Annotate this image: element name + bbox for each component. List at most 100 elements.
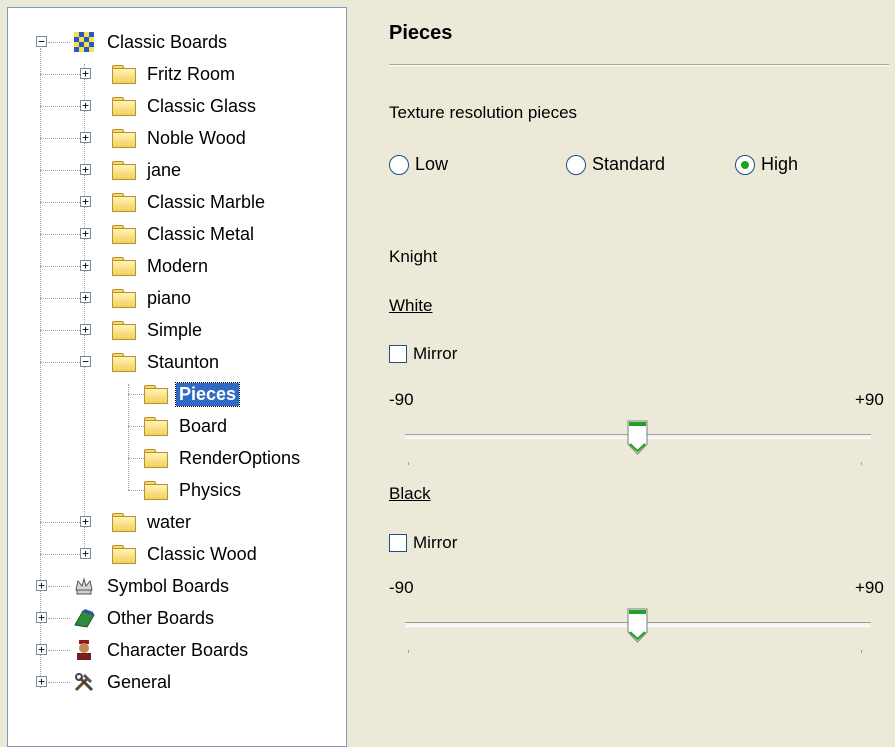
board-icon	[72, 606, 96, 630]
expand-icon[interactable]: +	[80, 132, 91, 143]
tree-item-classic-marble[interactable]: + Classic Marble	[80, 186, 268, 218]
tree-line	[40, 266, 80, 267]
tree-item-jane[interactable]: + jane	[80, 154, 184, 186]
folder-icon	[112, 257, 136, 276]
collapse-icon[interactable]: −	[36, 36, 47, 47]
radio-high-label: High	[761, 154, 799, 174]
radio-button-standard[interactable]	[566, 154, 586, 175]
black-mirror-checkbox[interactable]: Mirror	[389, 533, 457, 553]
folder-icon	[112, 353, 136, 372]
black-rotation-slider-thumb[interactable]	[626, 608, 650, 649]
expand-icon[interactable]: +	[36, 580, 47, 591]
expand-icon[interactable]: +	[80, 228, 91, 239]
folder-icon	[112, 545, 136, 564]
expand-icon[interactable]: +	[80, 164, 91, 175]
board-tree[interactable]: − Classic Boards + Fritz Room + Classic Gla…	[7, 7, 347, 747]
tree-item-classic-metal[interactable]: + Classic Metal	[80, 218, 257, 250]
tree-item-label: jane	[147, 159, 182, 180]
tree-line	[48, 682, 70, 683]
tree-item-label: Noble Wood	[147, 127, 246, 148]
tree-item-label: Classic Boards	[107, 31, 228, 52]
tree-line	[48, 618, 70, 619]
expand-icon[interactable]: +	[80, 516, 91, 527]
tree-item-noble-wood[interactable]: + Noble Wood	[80, 122, 249, 154]
tree-line	[128, 458, 144, 459]
folder-icon	[112, 161, 136, 180]
tree-item-modern[interactable]: + Modern	[80, 250, 211, 282]
tree-item-pieces[interactable]: Pieces	[144, 378, 241, 410]
tree-item-label: Character Boards	[107, 639, 249, 660]
tree-item-water[interactable]: + water	[80, 506, 194, 538]
white-mirror-label: Mirror	[413, 344, 458, 363]
tree-item-board[interactable]: Board	[144, 410, 230, 442]
tree-item-label: Other Boards	[107, 607, 215, 628]
tree-item-label: Classic Glass	[147, 95, 257, 116]
tree-line	[48, 650, 70, 651]
radio-high[interactable]: High	[735, 154, 798, 175]
tree-line	[40, 74, 80, 75]
slider-tick	[861, 462, 862, 465]
folder-icon	[112, 321, 136, 340]
black-mirror-box[interactable]	[389, 534, 407, 552]
tree-line	[128, 384, 129, 490]
character-icon	[72, 638, 96, 662]
expand-icon[interactable]: +	[36, 644, 47, 655]
tree-item-simple[interactable]: + Simple	[80, 314, 205, 346]
expand-icon[interactable]: +	[80, 292, 91, 303]
tree-line	[40, 330, 80, 331]
folder-icon	[112, 193, 136, 212]
tree-item-label: Fritz Room	[147, 63, 236, 84]
radio-standard[interactable]: Standard	[566, 154, 665, 175]
expand-icon[interactable]: +	[36, 676, 47, 687]
white-mirror-box[interactable]	[389, 345, 407, 363]
tree-item-label: Modern	[147, 255, 209, 276]
folder-icon	[144, 449, 168, 468]
tree-line	[128, 426, 144, 427]
tree-item-piano[interactable]: + piano	[80, 282, 194, 314]
piece-name-label: Knight	[389, 247, 438, 266]
tree-item-staunton[interactable]: − Staunton	[80, 346, 222, 378]
radio-button-low[interactable]	[389, 154, 409, 175]
expand-icon[interactable]: +	[80, 68, 91, 79]
tree-line	[128, 394, 144, 395]
tree-line	[40, 234, 80, 235]
radio-low[interactable]: Low	[389, 154, 448, 175]
tree-line	[40, 106, 80, 107]
expand-icon[interactable]: +	[80, 196, 91, 207]
folder-icon	[112, 513, 136, 532]
tools-icon	[72, 670, 96, 694]
slider-tick	[408, 462, 409, 465]
expand-icon[interactable]: +	[80, 260, 91, 271]
black-title-text: Black	[389, 484, 431, 503]
tree-line	[40, 138, 80, 139]
expand-icon[interactable]: +	[80, 324, 91, 335]
radio-low-label: Low	[415, 154, 449, 174]
folder-icon	[144, 417, 168, 436]
folder-icon	[112, 97, 136, 116]
tree-item-fritz-room[interactable]: + Fritz Room	[80, 58, 238, 90]
expand-icon[interactable]: +	[80, 100, 91, 111]
expand-icon[interactable]: +	[80, 548, 91, 559]
tree-item-label: Simple	[147, 319, 203, 340]
folder-icon	[112, 289, 136, 308]
tree-item-physics[interactable]: Physics	[144, 474, 244, 506]
tree-item-label: Classic Wood	[147, 543, 257, 564]
tree-item-label: Board	[179, 415, 228, 436]
texture-resolution-label: Texture resolution pieces	[389, 103, 578, 122]
tree-item-label: Pieces	[174, 381, 241, 407]
white-rotation-slider-thumb[interactable]	[626, 420, 650, 461]
white-mirror-checkbox[interactable]: Mirror	[389, 344, 457, 364]
radio-button-high[interactable]	[735, 154, 755, 175]
white-max-label: +90	[855, 390, 884, 409]
checkerboard-icon	[72, 30, 96, 54]
tree-item-renderoptions[interactable]: RenderOptions	[144, 442, 303, 474]
divider	[389, 64, 889, 66]
tree-item-label: piano	[147, 287, 192, 308]
tree-item-classic-glass[interactable]: + Classic Glass	[80, 90, 259, 122]
collapse-icon[interactable]: −	[80, 356, 91, 367]
tree-line	[40, 202, 80, 203]
expand-icon[interactable]: +	[36, 612, 47, 623]
tree-item-classic-wood[interactable]: + Classic Wood	[80, 538, 260, 570]
tree-item-label: Staunton	[147, 351, 220, 372]
tree-line	[48, 42, 70, 43]
